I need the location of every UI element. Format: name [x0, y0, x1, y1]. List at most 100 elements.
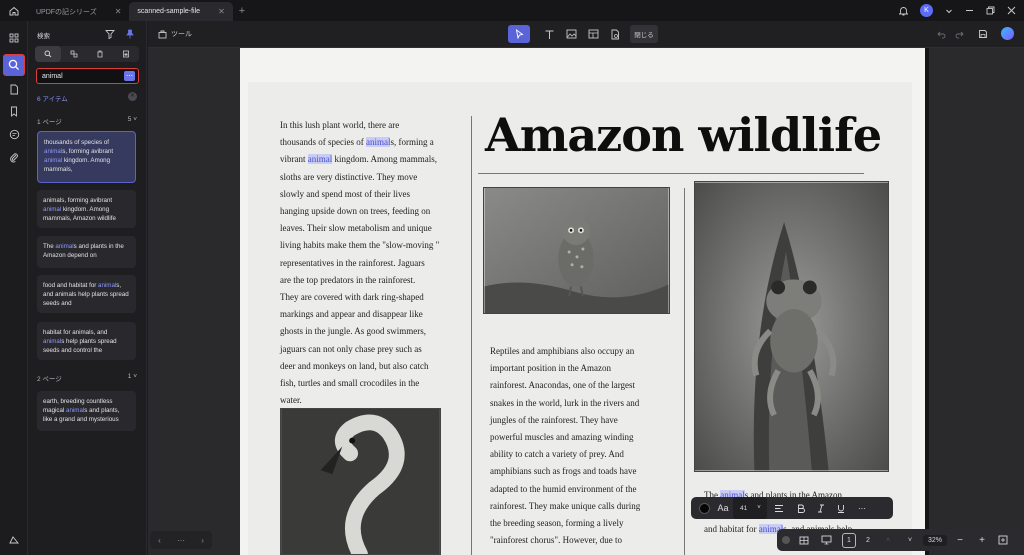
search-mode-redact[interactable]: [113, 46, 139, 62]
page-group-header[interactable]: 1 ページ 5 ˅: [37, 116, 137, 126]
search-mode-tabs: [35, 46, 139, 62]
search-icon: [44, 50, 52, 58]
document-headline[interactable]: Amazon wildlife: [485, 108, 882, 162]
chevron-left-icon[interactable]: ‹: [158, 536, 161, 545]
page-group-count: 5: [127, 116, 132, 123]
result-text: s, forming avibrant: [62, 148, 114, 155]
text-line: the breeding season, forming a lively: [490, 518, 624, 529]
avatar[interactable]: K: [920, 4, 933, 17]
close-icon[interactable]: ✕: [115, 7, 122, 16]
search-result-item[interactable]: thousands of species of animals, forming…: [37, 131, 136, 183]
zoom-out-button[interactable]: −: [949, 529, 971, 551]
text-color-button[interactable]: [695, 497, 713, 519]
search-panel-button[interactable]: [3, 54, 25, 76]
minimize-icon[interactable]: [965, 6, 974, 15]
page-layout-button[interactable]: [795, 529, 813, 551]
attachments-button[interactable]: [5, 148, 23, 166]
redo-icon[interactable]: [955, 30, 964, 39]
middle-column-text[interactable]: Reptiles and amphibians also occupy an im…: [490, 343, 640, 549]
grid-icon: [9, 33, 19, 43]
clear-results-icon[interactable]: ✕: [128, 92, 137, 101]
underline-button[interactable]: [831, 497, 851, 519]
page-navigation-bar: 1 2 ˄ ˅ 32% − +: [777, 529, 1021, 551]
text-line: ghosts in the jungle. As good swimmers,: [280, 326, 426, 337]
watermark-tool-button[interactable]: [607, 25, 623, 43]
result-highlight: animal: [43, 206, 62, 213]
left-column-text[interactable]: In this lush plant world, there are thous…: [280, 117, 439, 409]
search-result-item[interactable]: The animals and plants in the Amazon dep…: [37, 236, 136, 268]
restore-icon[interactable]: [986, 6, 995, 15]
chevron-down-icon[interactable]: [945, 7, 953, 15]
search-mode-delete[interactable]: [87, 46, 113, 62]
paperclip-icon: [10, 152, 18, 162]
page-2-button[interactable]: 2: [859, 529, 877, 551]
presentation-button[interactable]: [813, 529, 839, 551]
presentation-icon: [821, 535, 831, 545]
collapse-button[interactable]: [777, 529, 795, 551]
search-panel: 検索 animal ⋯ 6 アイテム ✕ 1 ページ 5 ˅ thousands…: [28, 21, 147, 555]
ai-assistant-icon[interactable]: [1001, 27, 1014, 40]
bookmarks-button[interactable]: [5, 102, 23, 120]
close-window-icon[interactable]: [1007, 6, 1016, 15]
search-result-item[interactable]: animals, forming avibrant animal kingdom…: [37, 190, 136, 228]
page-group-count: 1: [127, 373, 132, 380]
text-line: ability to catch a variety of prey. And: [490, 449, 624, 460]
chevron-right-icon[interactable]: ›: [201, 536, 204, 545]
page-edge: [925, 48, 929, 555]
more-icon[interactable]: ⋯: [177, 536, 185, 545]
underline-icon: [838, 504, 844, 513]
bold-button[interactable]: [791, 497, 811, 519]
align-button[interactable]: [767, 497, 791, 519]
text-line: living habits make them the "slow-moving…: [280, 240, 440, 251]
search-result-item[interactable]: food and habitat for animals, and animal…: [37, 275, 136, 313]
next-page-button[interactable]: ˅: [899, 529, 921, 551]
result-text: animals, forming avibrant: [43, 197, 113, 204]
tab-label: scanned-sample-file: [137, 8, 201, 15]
search-options-button[interactable]: ⋯: [124, 71, 135, 81]
tools-button[interactable]: ツール: [154, 25, 196, 43]
font-size-select[interactable]: 41 ˅: [733, 497, 767, 519]
thumbnails-button[interactable]: [5, 29, 23, 47]
zoom-value: 32%: [922, 534, 947, 546]
pin-icon[interactable]: [125, 29, 135, 39]
owl-photo[interactable]: [483, 187, 670, 314]
close-edit-button[interactable]: 閉じる: [630, 25, 658, 43]
tab-updf-series[interactable]: UPDFの記シリーズ ✕: [28, 2, 129, 21]
search-mode-replace[interactable]: [61, 46, 87, 62]
italic-button[interactable]: [811, 497, 831, 519]
text-tool-button[interactable]: [541, 25, 557, 43]
fit-page-button[interactable]: [993, 529, 1013, 551]
close-icon[interactable]: ✕: [218, 7, 225, 16]
undo-icon[interactable]: [937, 30, 946, 39]
tab-scanned-sample-file[interactable]: scanned-sample-file ✕: [129, 2, 233, 21]
search-input[interactable]: animal ⋯: [36, 68, 139, 84]
page-1-button[interactable]: 1: [839, 529, 859, 551]
previous-page-button[interactable]: ˄: [877, 529, 899, 551]
trash-icon: [97, 50, 103, 58]
search-result-item[interactable]: habitat for animals, and animals help pl…: [37, 322, 136, 360]
image-tool-button[interactable]: [563, 25, 579, 43]
text-line: Reptiles and amphibians also occupy an: [490, 346, 635, 356]
more-options-button[interactable]: ⋯: [851, 497, 873, 519]
zoom-level[interactable]: 32%: [921, 529, 949, 551]
home-button[interactable]: [0, 0, 28, 21]
pages-button[interactable]: [5, 80, 23, 98]
result-text: The: [43, 243, 56, 250]
page-group-header[interactable]: 2 ページ 1 ˅: [37, 373, 137, 383]
save-icon[interactable]: [978, 29, 988, 39]
add-tab-button[interactable]: +: [239, 5, 245, 17]
search-result-item[interactable]: earth, breeding countless magical animal…: [37, 391, 136, 431]
filter-icon[interactable]: [105, 29, 115, 39]
search-mode-search[interactable]: [35, 46, 61, 62]
select-tool-button[interactable]: [508, 25, 530, 43]
flamingo-photo[interactable]: [280, 408, 441, 555]
zoom-in-button[interactable]: +: [971, 529, 993, 551]
page-icon: [10, 84, 18, 94]
link-tool-button[interactable]: [585, 25, 601, 43]
font-button[interactable]: Aa: [713, 497, 733, 519]
text-line: are the top predators in the rainforest.: [280, 274, 416, 285]
settings-button[interactable]: [5, 531, 23, 549]
comments-button[interactable]: [5, 125, 23, 143]
frog-photo[interactable]: [694, 181, 889, 472]
bell-icon[interactable]: [899, 6, 908, 16]
